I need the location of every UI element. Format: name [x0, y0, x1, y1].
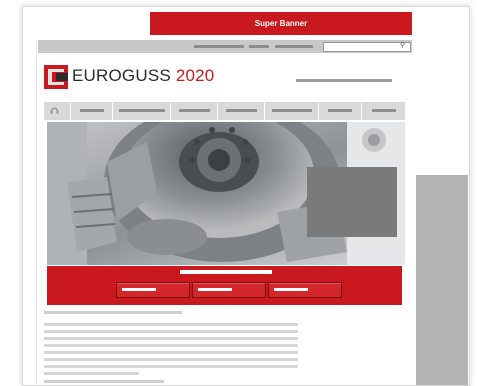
main-navigation — [44, 102, 405, 120]
nav-item[interactable] — [70, 102, 113, 120]
content-line-placeholder — [44, 337, 298, 340]
nav-item[interactable] — [218, 102, 266, 120]
headphones-icon — [50, 107, 59, 114]
logo-name: EUROGUSS — [72, 66, 171, 85]
content-line-placeholder — [44, 344, 298, 347]
teaser-headline-placeholder — [180, 270, 272, 274]
nav-item[interactable] — [170, 102, 219, 120]
content-line-placeholder — [44, 372, 139, 375]
super-banner[interactable]: Super Banner — [150, 12, 412, 35]
utility-link[interactable] — [194, 45, 244, 48]
logo-year: 2020 — [175, 66, 215, 85]
teaser-button[interactable] — [116, 282, 190, 298]
content-line-placeholder — [44, 351, 298, 354]
utility-link[interactable] — [275, 45, 313, 48]
nav-item[interactable] — [319, 102, 362, 120]
content-line-placeholder — [44, 323, 298, 326]
skyscraper-ad-placeholder[interactable] — [416, 175, 468, 385]
nav-item-home[interactable] — [44, 102, 71, 120]
super-banner-label: Super Banner — [254, 19, 308, 28]
search-icon[interactable]: ⚲ — [400, 41, 405, 51]
utility-link[interactable] — [249, 45, 269, 48]
content-line-placeholder — [44, 330, 298, 333]
logo-wordmark[interactable]: EUROGUSS 2020 — [72, 66, 214, 86]
euroguss-logo-icon[interactable] — [44, 65, 68, 89]
header-text-placeholder — [296, 79, 392, 82]
nav-item[interactable] — [112, 102, 171, 120]
content-heading-placeholder — [44, 311, 182, 314]
content-line-placeholder — [44, 380, 164, 383]
teaser-button[interactable] — [268, 282, 342, 298]
nav-item[interactable] — [361, 102, 405, 120]
search-input[interactable] — [323, 42, 411, 52]
nav-item[interactable] — [265, 102, 320, 120]
content-line-placeholder — [44, 358, 298, 361]
teaser-button[interactable] — [192, 282, 266, 298]
hero-ad-placeholder[interactable] — [307, 167, 397, 237]
content-line-placeholder — [44, 365, 298, 368]
